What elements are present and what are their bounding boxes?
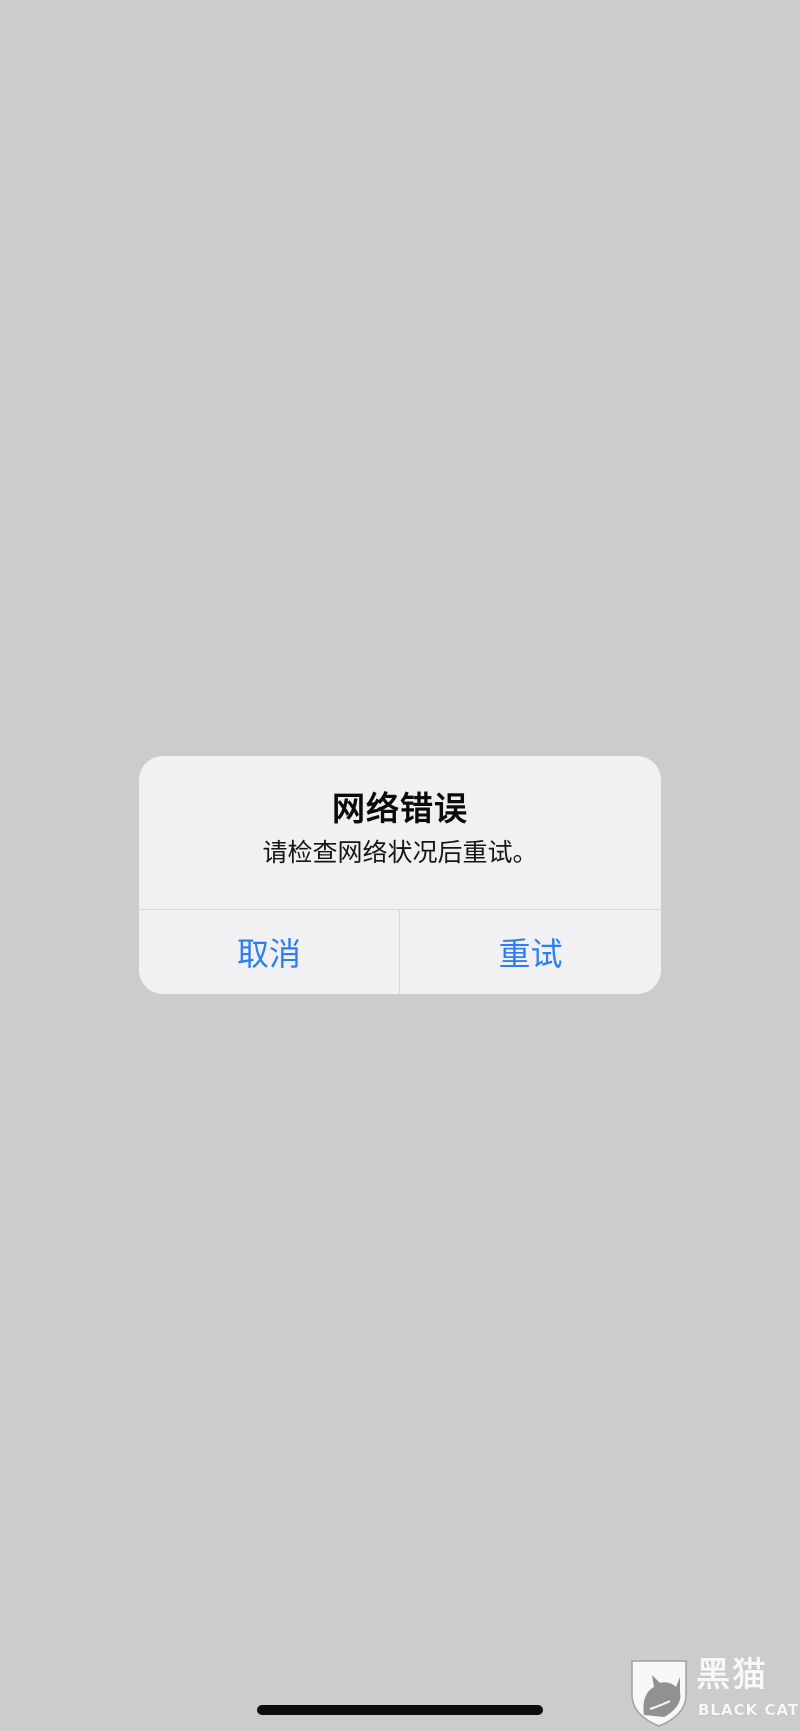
black-cat-shield-icon [631,1660,687,1727]
alert-body: 网络错误 请检查网络状况后重试。 [139,756,661,909]
home-indicator[interactable] [257,1705,543,1715]
watermark-brand-cn: 黑猫 [696,1655,768,1695]
screen-overlay: 网络错误 请检查网络状况后重试。 取消 重试 黑猫 BLACK CAT [0,0,800,1731]
alert-title: 网络错误 [332,789,468,828]
retry-button[interactable]: 重试 [400,910,661,994]
alert-message: 请检查网络状况后重试。 [262,838,538,867]
black-cat-watermark: 黑猫 BLACK CAT [624,1655,800,1729]
watermark-brand-en: BLACK CAT [698,1701,800,1719]
cancel-button[interactable]: 取消 [139,910,399,994]
network-error-alert: 网络错误 请检查网络状况后重试。 取消 重试 [139,756,661,994]
